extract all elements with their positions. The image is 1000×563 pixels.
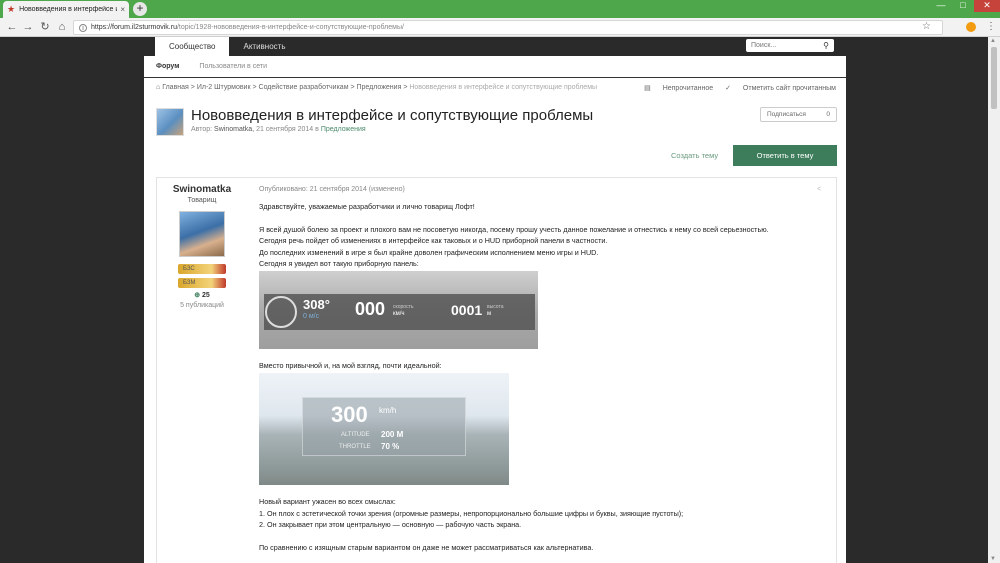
new-tab-button[interactable]: + [133,2,147,16]
hud-new-throttle-value: 70 % [381,442,400,451]
hud-new-speed-unit: km/h [379,406,397,415]
hud-vario: 0 м/с [303,312,320,320]
breadcrumb-home[interactable]: Главная [162,84,189,91]
post-date: Опубликовано: 21 сентября 2014 (изменено… [259,186,405,193]
hud-speed-label: скорость [393,303,414,310]
back-icon[interactable]: ← [6,21,18,33]
browser-tabstrip: ★ Нововведения в интерфейсе и соп × + — … [0,0,1000,18]
hud-new-throttle-label: THROTTLE [339,444,371,450]
scroll-down-icon[interactable]: ▼ [990,556,996,562]
post-paragraph: 1. Он плох с эстетической точки зрения (… [259,508,684,518]
browser-menu-icon[interactable]: ⋮ [986,21,996,32]
nav-tab-community[interactable]: Сообщество [155,37,230,56]
browser-toolbar: ← → ↻ ⌂ i https://forum.il2sturmovik.ru/… [0,18,1000,37]
scrollbar-thumb[interactable] [991,47,997,109]
extension-icon[interactable] [966,22,976,32]
post-paragraph: До последних изменений в игре я был край… [259,247,599,257]
post-paragraph: Я всей душой болею за проект и плохого в… [259,224,769,234]
breadcrumb-il2[interactable]: Ил-2 Штурмовик [197,84,251,91]
browser-tab[interactable]: ★ Нововведения в интерфейсе и соп × [3,1,129,18]
main-content: Форум Пользователи в сети ⌂ Главная > Ил… [144,56,846,563]
breadcrumb: ⌂ Главная > Ил-2 Штурмовик > Содействие … [156,84,598,91]
share-icon[interactable]: < [817,186,821,193]
post-paragraph: Вместо привычной и, на мой взгляд, почти… [259,360,442,370]
topic-meta: Автор: Swinomatka, 21 сентября 2014 в Пр… [191,126,366,133]
hud-speed: 000 [355,298,386,319]
address-bar[interactable]: i https://forum.il2sturmovik.ru/topic/19… [73,20,943,35]
reply-button[interactable]: Ответить в тему [733,145,837,166]
post-paragraph: Новый вариант ужасен во всех смыслах: [259,497,396,506]
site-nav: Сообщество Активность [155,37,300,56]
hud-heading: 308° [303,296,330,312]
window-close-button[interactable]: ✕ [974,0,1000,12]
subscribe-button[interactable]: Подписаться 0 [760,107,837,122]
post-paragraph: Здравствуйте, уважаемые разработчики и л… [259,202,475,211]
reload-icon[interactable]: ↻ [39,21,51,33]
breadcrumb-actions: ▤ Непрочитанное ✓ Отметить сайт прочитан… [634,84,836,92]
avatar[interactable] [179,211,225,257]
site-info-icon[interactable]: i [79,23,87,32]
reputation-icon: ⊕ [194,292,201,299]
breadcrumb-current: Нововведения в интерфейсе и сопутствующи… [409,84,598,91]
post-paragraph: По сравнению с изящным старым вариантом … [259,542,594,552]
search-icon[interactable]: ⚲ [823,41,829,50]
post-body: Опубликовано: 21 сентября 2014 (изменено… [259,178,829,553]
sub-nav: Форум Пользователи в сети [144,56,846,78]
forward-icon[interactable]: → [22,21,34,33]
reputation: ⊕ 25 [194,292,210,299]
hud-altitude-unit: м [487,310,492,317]
hud-altitude: 0001 [451,301,483,318]
topic-author-link[interactable]: Swinomatka, [214,126,254,133]
site-favicon-icon: ★ [7,4,16,14]
hud-new-altitude-label: ALTITUDE [341,432,370,438]
author-card: Swinomatka Товарищ БЗС БЗМ ⊕ 25 5 публик… [157,178,247,563]
window-minimize-button[interactable]: — [930,0,952,12]
author-badge: БЗС [178,264,226,274]
hud-altitude-label: высота [487,303,504,310]
unread-link[interactable]: ▤ Непрочитанное [644,85,713,92]
post-paragraph: Сегодня я увидел вот такую приборную пан… [259,259,419,268]
breadcrumb-dev-assist[interactable]: Содействие разработчикам [259,84,349,91]
hud-new-speed: 300 [331,402,368,427]
hud-panel: 300 km/h ALTITUDE 200 M THROTTLE 70 % [302,397,466,456]
mark-read-link[interactable]: ✓ Отметить сайт прочитанным [725,85,836,92]
home-icon: ⌂ [156,84,161,91]
old-hud-image: 308° 0 м/с 000 скорость км/ч 0001 высота… [259,270,538,349]
search-placeholder: Поиск... [751,42,777,49]
post-count: 5 публикаций [180,302,224,309]
bookmark-star-icon[interactable]: ☆ [922,21,931,32]
compass-icon [265,295,297,328]
window-maximize-button[interactable]: □ [952,0,974,12]
subnav-online-users[interactable]: Пользователи в сети [199,63,267,70]
topic-forum-link[interactable]: Предложения [321,126,366,133]
post-content: Здравствуйте, уважаемые разработчики и л… [259,193,829,553]
new-hud-image: 300 km/h ALTITUDE 200 M THROTTLE 70 % [259,373,509,485]
post: Swinomatka Товарищ БЗС БЗМ ⊕ 25 5 публик… [156,177,837,563]
breadcrumb-suggestions[interactable]: Предложения [357,84,402,91]
author-rank: Товарищ [187,197,217,204]
tab-close-icon[interactable]: × [120,5,125,14]
topic-title: Нововведения в интерфейсе и сопутствующи… [191,107,594,124]
tab-title: Нововведения в интерфейсе и соп [19,6,117,13]
scroll-up-icon[interactable]: ▲ [990,38,996,44]
author-name[interactable]: Swinomatka [157,184,247,195]
create-topic-link[interactable]: Создать тему [671,151,718,160]
site-search-input[interactable]: Поиск... ⚲ [746,39,834,52]
author-badge: БЗМ [178,278,226,288]
hud-speed-unit: км/ч [393,310,405,317]
post-paragraph: Сегодня речь пойдет об изменениях в инте… [259,236,608,245]
subnav-forum[interactable]: Форум [156,63,179,70]
nav-tab-activity[interactable]: Активность [229,37,299,56]
hud-new-altitude-value: 200 M [381,430,404,439]
topic-author-avatar[interactable] [156,108,184,136]
url-text: https://forum.il2sturmovik.ru/topic/1928… [91,24,404,31]
post-paragraph: 2. Он закрывает при этом центральную — о… [259,520,522,529]
subscribe-count: 0 [826,111,830,118]
home-icon[interactable]: ⌂ [56,21,68,33]
page-scrollbar[interactable]: ▲ ▼ [988,37,1000,563]
